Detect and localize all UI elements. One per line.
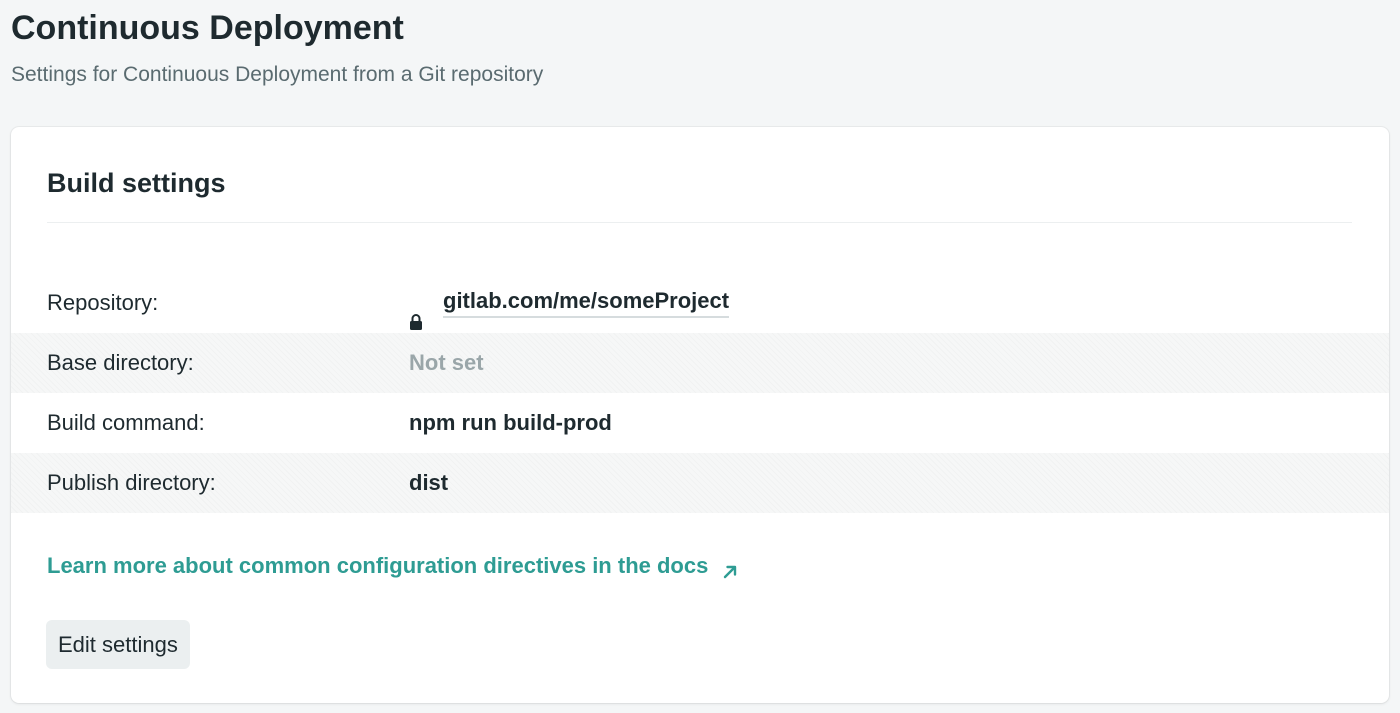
build-settings-card: Build settings Repository: gitlab.com/me…	[11, 127, 1389, 703]
build-command-label: Build command:	[47, 410, 205, 435]
docs-link-label: Learn more about common configuration di…	[47, 553, 709, 578]
repository-label: Repository:	[47, 290, 159, 315]
page-title: Continuous Deployment	[11, 9, 404, 47]
settings-row-build-command: Build command: npm run build-prod	[11, 393, 1389, 453]
settings-row-publish-directory: Publish directory: dist	[11, 453, 1389, 513]
external-arrow-icon	[722, 558, 738, 579]
publish-directory-label: Publish directory:	[47, 470, 216, 495]
docs-link[interactable]: Learn more about common configuration di…	[47, 551, 738, 581]
repository-link[interactable]: gitlab.com/me/someProject	[443, 288, 730, 318]
edit-settings-button[interactable]: Edit settings	[46, 620, 190, 669]
page: Continuous Deployment Settings for Conti…	[0, 0, 1400, 713]
settings-row-repository: Repository: gitlab.com/me/someProject	[11, 273, 1389, 333]
page-subtitle: Settings for Continuous Deployment from …	[11, 63, 544, 86]
build-command-value: npm run build-prod	[409, 410, 612, 435]
repository-value: gitlab.com/me/someProject	[409, 273, 730, 333]
base-directory-label: Base directory:	[47, 350, 194, 375]
publish-directory-value: dist	[409, 470, 449, 495]
lock-icon	[409, 294, 423, 330]
base-directory-value: Not set	[409, 350, 484, 375]
card-divider	[47, 222, 1352, 223]
settings-row-base-directory: Base directory: Not set	[11, 333, 1389, 393]
card-title: Build settings	[47, 168, 226, 198]
